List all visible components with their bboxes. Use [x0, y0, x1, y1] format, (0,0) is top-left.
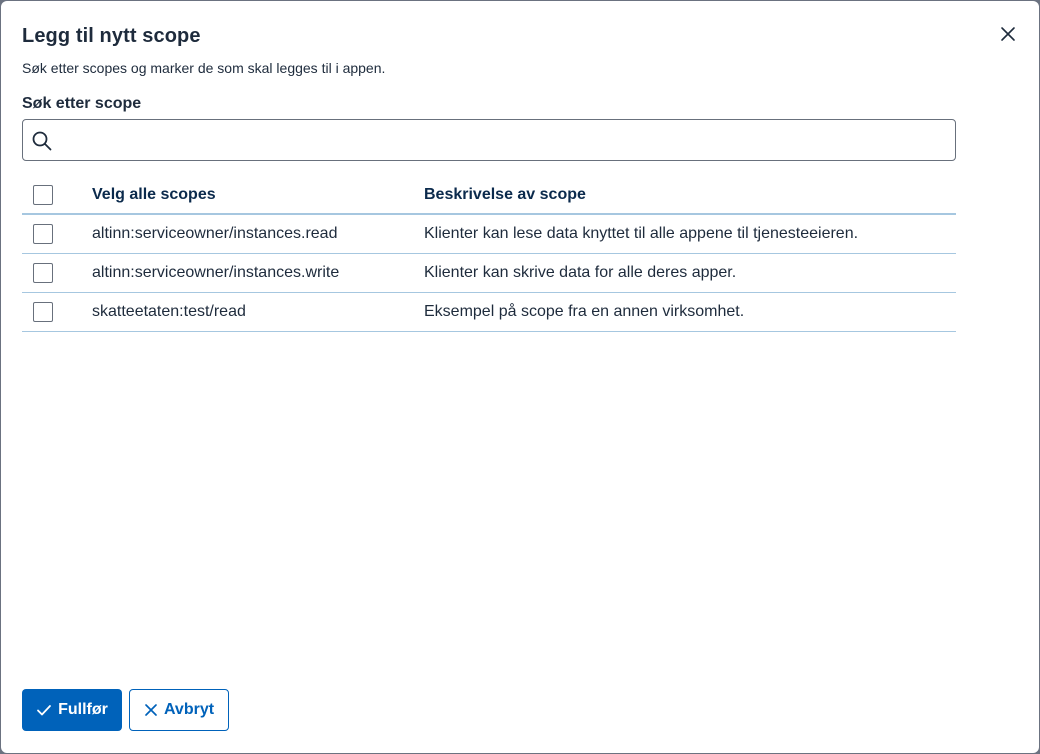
add-scope-dialog: Legg til nytt scope Søk etter scopes og …: [1, 1, 1039, 753]
cancel-button[interactable]: Avbryt: [129, 689, 229, 731]
search-field[interactable]: [22, 119, 956, 162]
table-row: altinn:serviceowner/instances.write Klie…: [22, 253, 956, 292]
scope-description: Eksempel på scope fra en annen virksomhe…: [424, 302, 745, 320]
dialog-description: Søk etter scopes og marker de som skal l…: [22, 60, 386, 76]
x-icon: [145, 704, 157, 716]
close-button[interactable]: [993, 19, 1023, 49]
checkmark-icon: [37, 705, 52, 716]
confirm-label: Fullfør: [58, 701, 108, 718]
table-header-row: Velg alle scopes Beskrivelse av scope: [22, 176, 956, 214]
row-checkbox[interactable]: [33, 223, 53, 244]
select-all-checkbox[interactable]: [33, 184, 53, 205]
search-input[interactable]: [59, 120, 943, 162]
search-icon: [32, 131, 52, 151]
scope-description: Klienter kan skrive data for alle deres …: [424, 263, 737, 281]
scope-description: Klienter kan lese data knyttet til alle …: [424, 224, 859, 242]
dialog-title: Legg til nytt scope: [22, 25, 201, 47]
search-label: Søk etter scope: [22, 95, 142, 112]
scope-name: skatteetaten:test/read: [92, 302, 246, 320]
row-checkbox[interactable]: [33, 301, 53, 322]
scope-name: altinn:serviceowner/instances.write: [92, 263, 340, 281]
header-description: Beskrivelse av scope: [424, 185, 586, 203]
row-checkbox[interactable]: [33, 262, 53, 283]
table-row: skatteetaten:test/read Eksempel på scope…: [22, 292, 956, 331]
confirm-button[interactable]: Fullfør: [22, 689, 122, 731]
table-row: altinn:serviceowner/instances.read Klien…: [22, 214, 956, 253]
scope-name: altinn:serviceowner/instances.read: [92, 224, 338, 242]
scopes-table: Velg alle scopes Beskrivelse av scope al…: [22, 176, 956, 332]
header-select-all: Velg alle scopes: [92, 185, 216, 203]
close-icon: [1001, 27, 1015, 41]
cancel-label: Avbryt: [163, 701, 215, 718]
